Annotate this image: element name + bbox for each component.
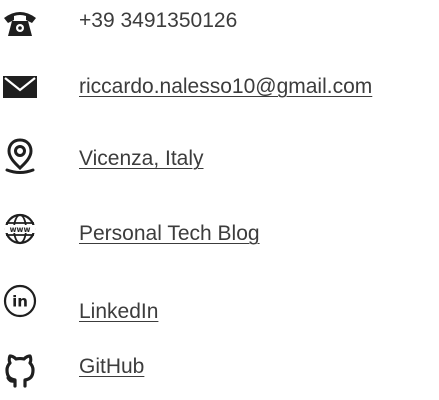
location-pin-icon <box>0 136 40 176</box>
globe-www-icon: www <box>0 209 40 249</box>
contact-location[interactable]: Vicenza, Italy <box>0 134 439 184</box>
phone-icon <box>0 3 40 43</box>
contact-phone: +39 3491350126 <box>0 0 439 50</box>
blog-link[interactable]: Personal Tech Blog <box>79 221 260 247</box>
github-link[interactable]: GitHub <box>79 354 144 380</box>
svg-text:in: in <box>12 293 28 311</box>
github-icon <box>0 350 40 390</box>
contact-github[interactable]: GitHub <box>0 346 439 396</box>
email-link[interactable]: riccardo.nalesso10@gmail.com <box>79 74 372 100</box>
phone-number: +39 3491350126 <box>79 9 238 32</box>
contact-linkedin[interactable]: in LinkedIn <box>0 281 439 331</box>
location-link[interactable]: Vicenza, Italy <box>79 146 204 172</box>
linkedin-link[interactable]: LinkedIn <box>79 299 158 325</box>
contact-email[interactable]: riccardo.nalesso10@gmail.com <box>0 64 439 114</box>
svg-text:www: www <box>10 225 31 234</box>
envelope-icon <box>0 67 40 107</box>
linkedin-icon: in <box>0 281 40 321</box>
contact-blog[interactable]: www Personal Tech Blog <box>0 207 439 257</box>
